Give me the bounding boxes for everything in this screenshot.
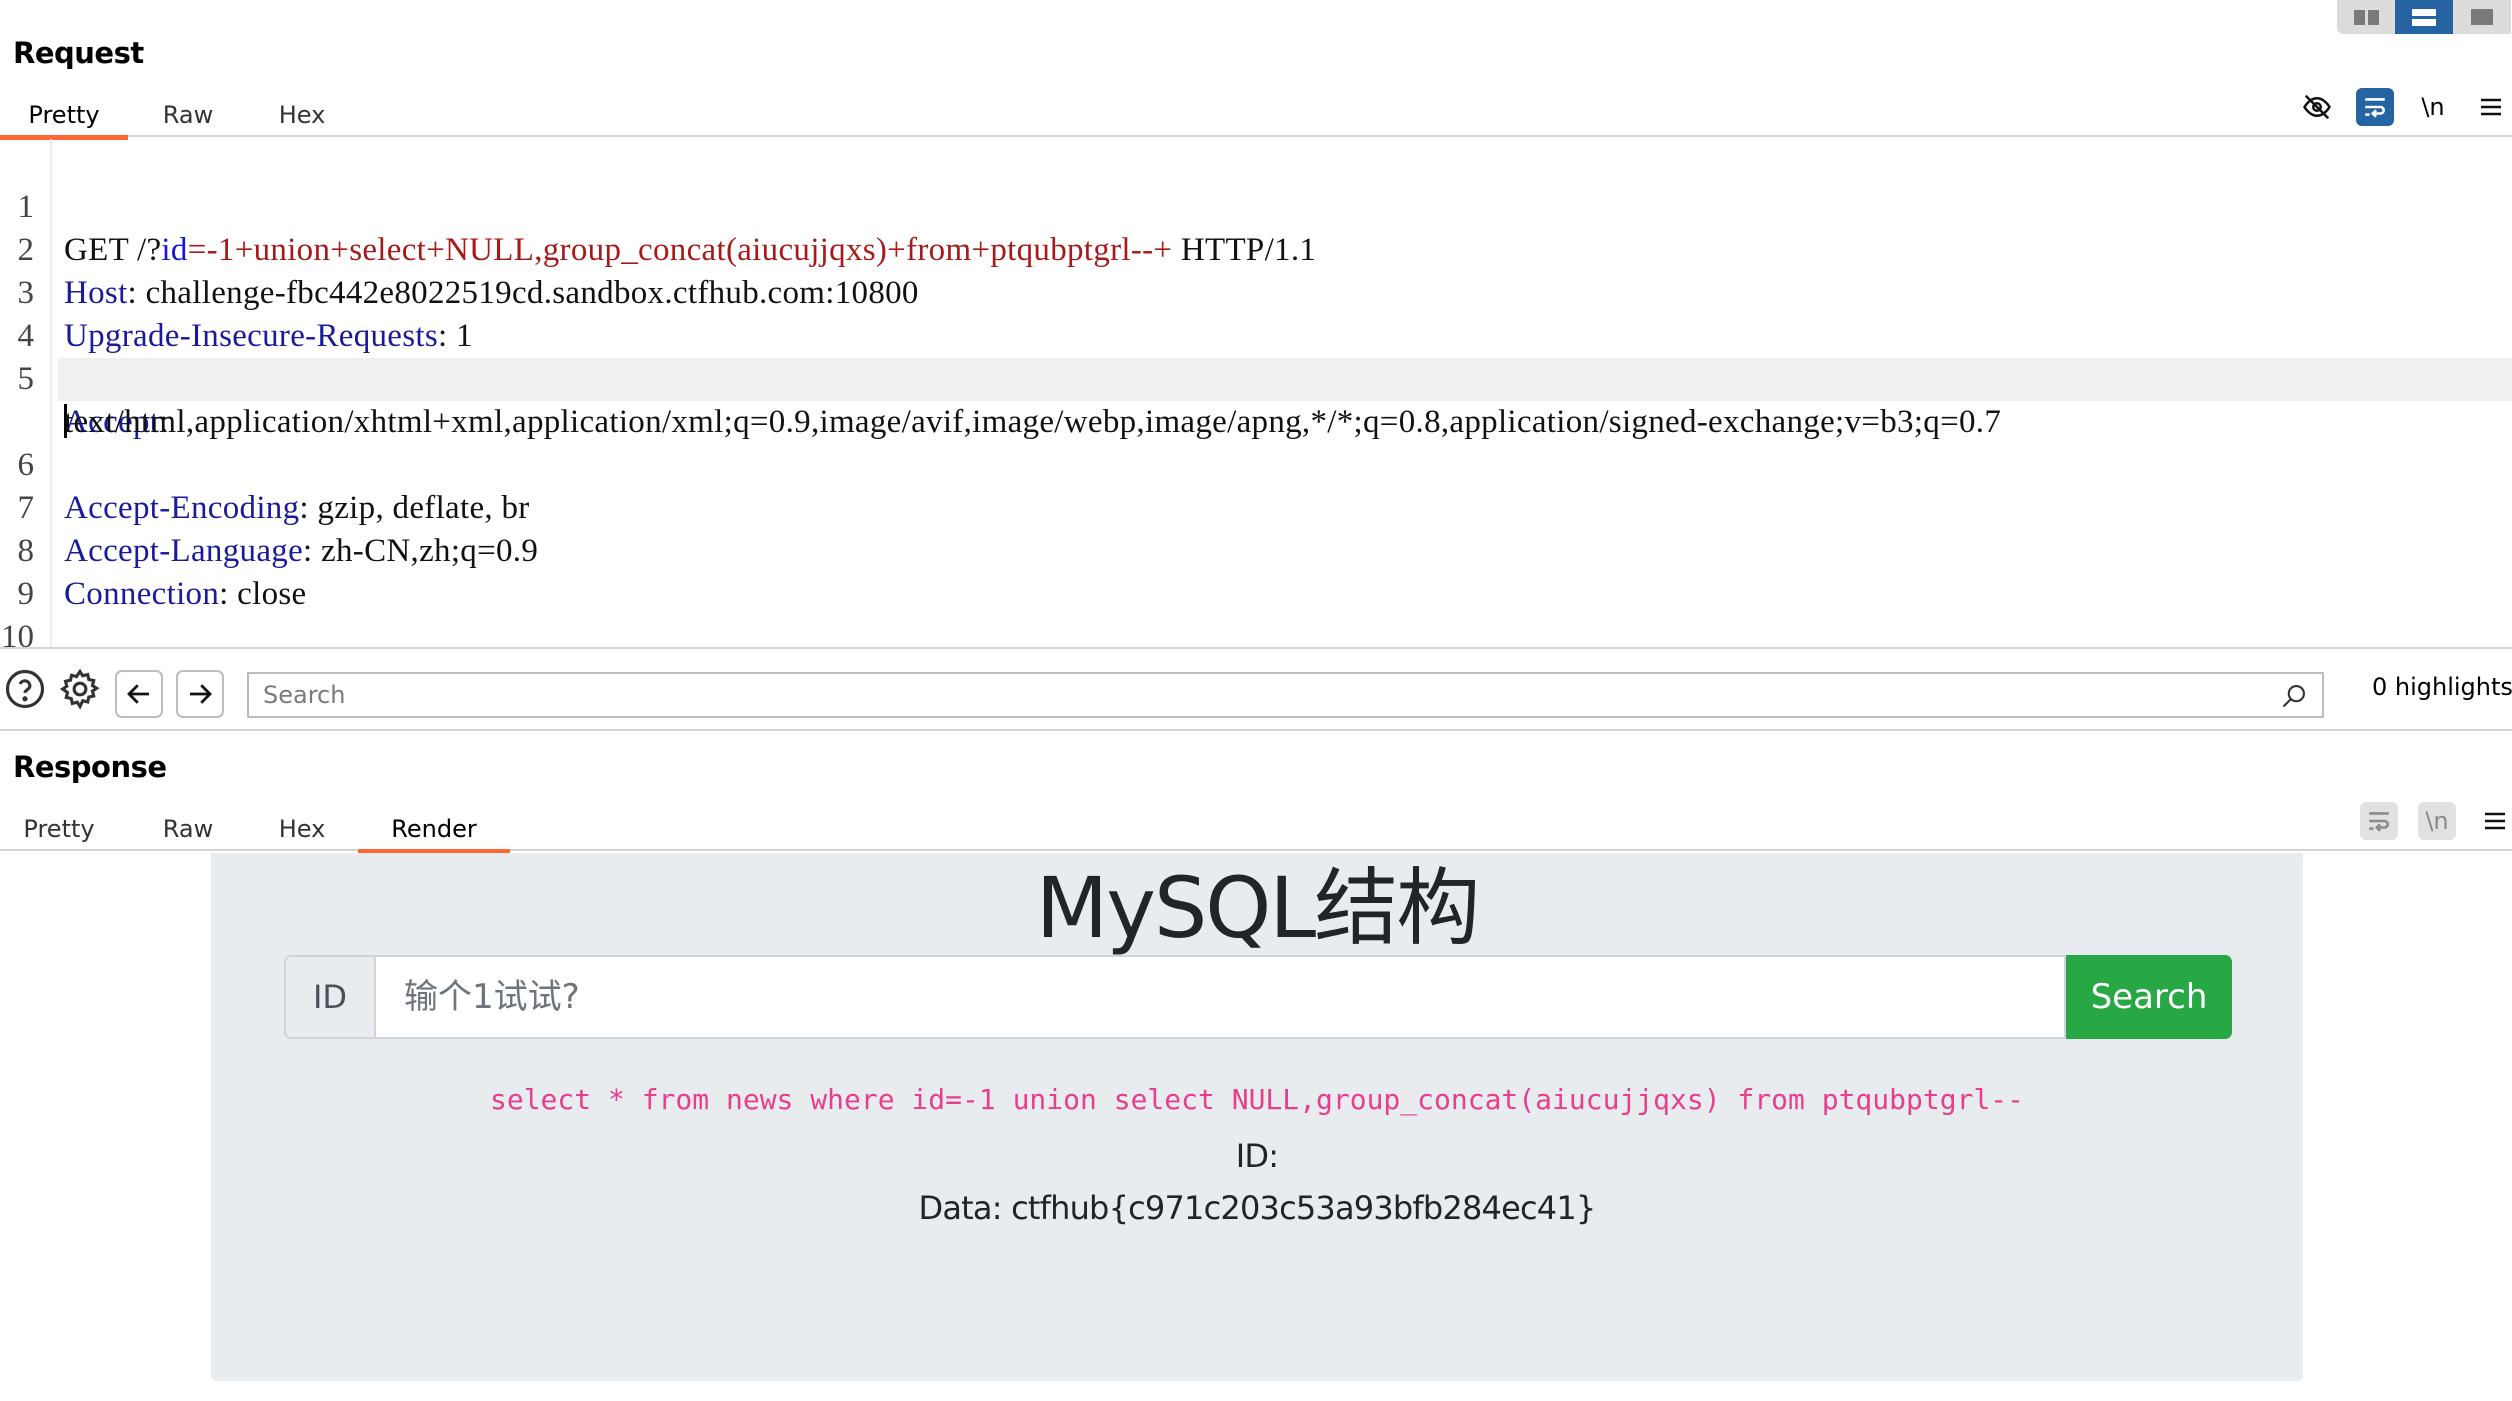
hamburger-menu-icon <box>2485 812 2505 830</box>
help-icon <box>5 669 45 709</box>
result-data: Data: ctfhub{c971c203c53a93bfb284ec41} <box>918 1189 1597 1227</box>
result-id: ID: <box>1235 1137 1279 1175</box>
response-tabs: Pretty Raw Hex Render <box>0 807 2512 854</box>
hide-nonprintable-button[interactable] <box>2298 88 2336 126</box>
code-line: 2 Host: challenge-fbc442e8022519cd.sandb… <box>0 186 2512 311</box>
eye-slash-icon <box>2303 94 2331 120</box>
layout-side-by-side-button[interactable] <box>2337 0 2395 34</box>
page-jumbotron: MySQL结构 ID Search select * from news whe… <box>211 853 2303 1381</box>
page-title: MySQL结构 <box>1035 859 1480 957</box>
response-editor-toolbar: \n <box>2340 802 2512 840</box>
sql-query: select * from news where id=-1 union sel… <box>489 1083 2025 1116</box>
layout-stacked-button[interactable] <box>2395 0 2453 34</box>
id-field <box>374 955 2066 1039</box>
response-tab-pretty[interactable]: Pretty <box>18 807 100 851</box>
arrow-left-icon <box>127 684 149 704</box>
request-tab-pretty[interactable]: Pretty <box>0 93 128 140</box>
request-editor-toolbar: \n <box>2278 88 2510 126</box>
id-input-group: ID Search <box>284 955 2232 1039</box>
arrow-right-icon <box>190 684 212 704</box>
word-wrap-icon <box>2369 812 2389 832</box>
rendered-response: MySQL结构 ID Search select * from news whe… <box>0 853 2512 1401</box>
line-number: 5 <box>17 361 35 397</box>
editor-menu-button[interactable] <box>2476 802 2512 840</box>
response-tab-hex[interactable]: Hex <box>262 807 342 851</box>
next-match-button[interactable] <box>176 670 224 718</box>
single-pane-icon <box>2471 9 2493 25</box>
code-line-current: text/html,application/xhtml+xml,applicat… <box>58 358 2512 440</box>
code-line: 4 User-Agent: Mozilla/5.0 (Windows NT 10… <box>0 272 2512 397</box>
rows-icon <box>2412 8 2436 26</box>
request-search-bar: 0 highlights <box>0 647 2512 731</box>
code-line: 5 Accept: <box>0 315 2512 440</box>
response-title: Response <box>13 750 167 784</box>
code-line: 8 Connection: close <box>0 487 2512 612</box>
request-tab-hex[interactable]: Hex <box>262 93 342 137</box>
response-tab-render[interactable]: Render <box>358 807 510 854</box>
search-input[interactable] <box>249 674 2249 716</box>
show-newlines-button[interactable]: \n <box>2414 88 2452 126</box>
code-line: 9 <box>0 530 2512 612</box>
layout-switcher <box>2337 0 2511 34</box>
code-line: 10 <box>0 573 2512 655</box>
search-button[interactable]: Search <box>2066 955 2232 1039</box>
request-tabs: Pretty Raw Hex <box>0 93 2512 140</box>
search-field <box>247 672 2324 718</box>
code-line: 3 Upgrade-Insecure-Requests: 1 <box>0 229 2512 354</box>
id-input-label: ID <box>284 955 374 1039</box>
highlights-count: 0 highlights <box>2372 673 2512 701</box>
columns-icon <box>2353 9 2379 25</box>
request-editor[interactable]: 1 GET /?id=-1+union+select+NULL,group_co… <box>0 139 2512 655</box>
request-title: Request <box>13 36 144 70</box>
code-line: 6 Accept-Encoding: gzip, deflate, br <box>0 401 2512 526</box>
settings-button[interactable] <box>57 666 103 712</box>
request-tab-raw[interactable]: Raw <box>148 93 228 137</box>
response-tab-raw[interactable]: Raw <box>148 807 228 851</box>
word-wrap-button[interactable] <box>2360 802 2398 840</box>
word-wrap-icon <box>2365 98 2385 118</box>
show-newlines-button[interactable]: \n <box>2418 802 2456 840</box>
help-button[interactable] <box>2 666 48 712</box>
id-input[interactable] <box>376 957 2064 1037</box>
code-line: 1 GET /?id=-1+union+select+NULL,group_co… <box>0 143 2512 268</box>
editor-menu-button[interactable] <box>2472 88 2510 126</box>
search-icon[interactable] <box>2280 682 2308 710</box>
word-wrap-button[interactable] <box>2356 88 2394 126</box>
gear-icon <box>59 668 100 710</box>
hamburger-menu-icon <box>2481 98 2501 116</box>
layout-single-button[interactable] <box>2453 0 2511 34</box>
previous-match-button[interactable] <box>115 670 163 718</box>
code-line: 7 Accept-Language: zh-CN,zh;q=0.9 <box>0 444 2512 569</box>
